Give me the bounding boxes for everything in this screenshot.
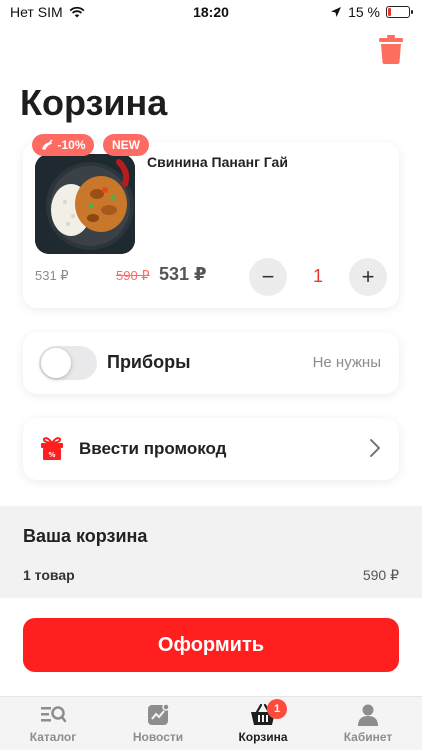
promo-code-row[interactable]: % Ввести промокод — [23, 418, 399, 480]
chevron-right-icon — [370, 439, 380, 457]
tab-label: Кабинет — [343, 730, 393, 744]
gift-icon: % — [41, 437, 63, 460]
catalog-search-icon — [41, 706, 67, 723]
discount-text: -10% — [57, 138, 86, 152]
tab-label: Новости — [132, 730, 184, 744]
user-icon — [358, 704, 378, 726]
new-badge: NEW — [103, 134, 149, 156]
summary-title: Ваша корзина — [23, 526, 148, 546]
tab-cart[interactable]: Корзина 1 — [223, 699, 303, 744]
tab-label: Каталог — [29, 730, 77, 744]
increase-quantity-button[interactable]: + — [349, 258, 387, 296]
page-title: Корзина — [20, 82, 168, 123]
quantity-value: 1 — [312, 266, 323, 286]
svg-text:%: % — [48, 451, 55, 459]
trash-icon[interactable] — [378, 34, 404, 64]
battery-percent: 15 % — [348, 4, 380, 20]
price-old: 590 ₽ — [116, 268, 150, 283]
summary-total: 590 ₽ — [362, 567, 399, 583]
cart-item-card: -10% NEW Свинина Пананг Гай 531 ₽ 590 ₽ … — [23, 134, 399, 308]
product-photo — [35, 154, 135, 254]
tab-bar: Каталог Новости Корзина 1 Кабинет — [0, 696, 422, 750]
price-new: 531 ₽ — [159, 264, 207, 284]
tab-catalog[interactable]: Каталог — [13, 703, 93, 744]
location-arrow-icon — [331, 7, 342, 17]
status-right: 15 % — [330, 4, 413, 20]
decrease-quantity-button[interactable]: − — [249, 258, 287, 296]
battery-icon — [386, 6, 413, 18]
tab-account[interactable]: Кабинет — [328, 703, 408, 744]
tab-label: Корзина — [238, 730, 288, 744]
cutlery-label: Приборы — [107, 352, 191, 372]
discount-badge: -10% — [32, 134, 94, 156]
status-bar: Нет SIM 18:20 15 % — [0, 0, 422, 26]
cutlery-toggle[interactable] — [39, 346, 97, 380]
news-chart-icon — [148, 703, 170, 725]
cart-summary: Ваша корзина 1 товар 590 ₽ — [0, 506, 422, 598]
cutlery-value: Не нужны — [312, 354, 381, 371]
summary-count: 1 товар — [23, 567, 75, 583]
promo-label: Ввести промокод — [79, 439, 227, 458]
cutlery-card: Приборы Не нужны — [23, 332, 399, 394]
cart-page: Корзина -10% NEW Свинина Пананг Гай 531 … — [0, 26, 422, 696]
product-image[interactable] — [35, 154, 135, 254]
cart-count-badge: 1 — [267, 699, 287, 719]
price-base: 531 ₽ — [35, 268, 69, 283]
tab-news[interactable]: Новости — [118, 703, 198, 744]
checkout-button[interactable]: Оформить — [23, 618, 399, 672]
toggle-knob — [41, 348, 71, 378]
chili-icon — [42, 139, 54, 150]
product-name[interactable]: Свинина Пананг Гай — [147, 154, 288, 170]
